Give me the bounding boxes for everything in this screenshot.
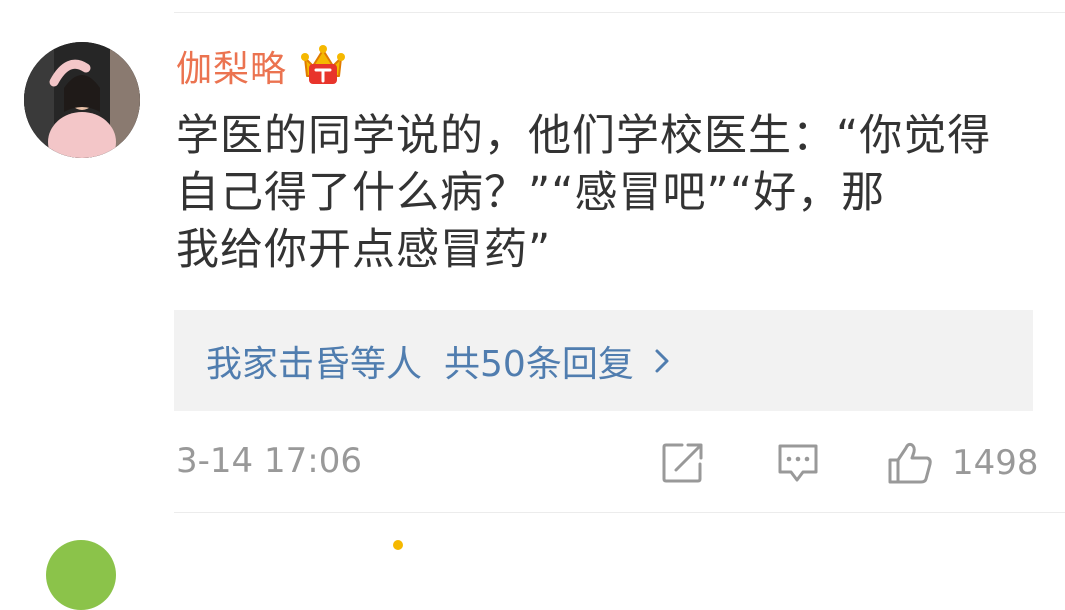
replies-summary[interactable]: 我家击昏等人 共50条回复 [174,310,1033,411]
share-icon [662,443,703,483]
timestamp: 3-14 17:06 [176,441,362,481]
like-count: 1498 [952,443,1039,483]
comment-header: 伽梨略 [176,40,347,92]
thumbs-up-icon [888,442,932,484]
chevron-right-icon [655,349,669,372]
crown-badge-icon [301,45,346,84]
comment-text: 学医的同学说的，他们学校医生：“你觉得 自己得了什么病？”“感冒吧”“好，那 我… [176,111,992,275]
like-button[interactable]: 1498 [886,439,1039,487]
next-comment-badge-icon [393,540,403,550]
comment-icon [778,444,818,482]
reply-users: 我家击昏等人 [206,343,423,385]
reply-count: 共50条回复 [444,343,634,385]
next-comment-avatar[interactable] [46,540,116,610]
top-divider [174,12,1065,13]
comment-button[interactable] [776,439,820,487]
avatar[interactable] [24,42,140,158]
bottom-divider [174,512,1065,513]
share-button[interactable] [660,439,706,487]
username[interactable]: 伽梨略 [176,40,287,92]
avatar-photo [24,42,140,158]
